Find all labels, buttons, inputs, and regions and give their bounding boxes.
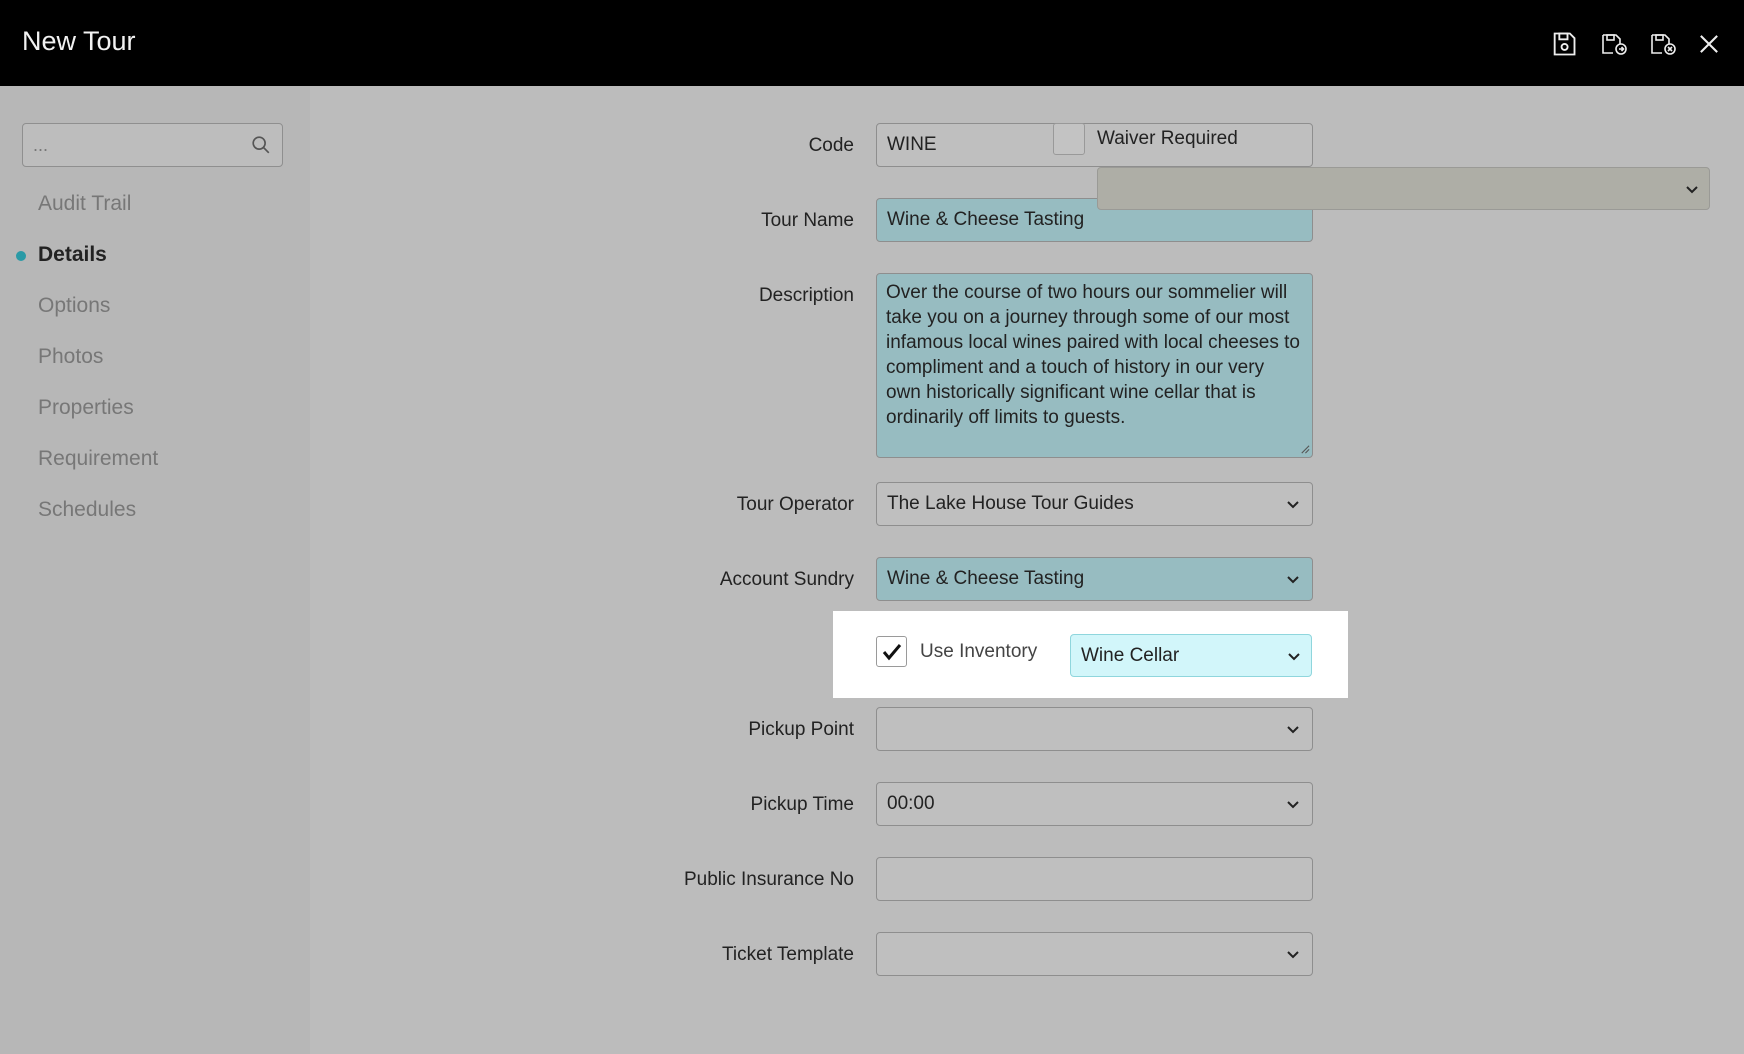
code-field[interactable] — [876, 123, 1313, 167]
sidebar-item-schedules[interactable]: Schedules — [38, 498, 136, 522]
pickup-point-select[interactable] — [876, 707, 1313, 751]
sidebar-item-options[interactable]: Options — [38, 294, 110, 318]
pickup-time-label: Pickup Time — [750, 794, 854, 815]
search-icon[interactable] — [250, 134, 272, 156]
search-input[interactable] — [23, 124, 243, 166]
window-title: New Tour — [22, 26, 136, 56]
account-sundry-select[interactable]: Wine & Cheese Tasting — [876, 557, 1313, 601]
title-bar: New Tour — [0, 0, 1744, 86]
pickup-time-value: 00:00 — [887, 793, 935, 814]
waiver-required-label: Waiver Required — [1097, 128, 1238, 149]
details-panel: Code Tour Name Description Over the cour… — [310, 86, 1744, 1054]
floppy-disk-plus-icon — [1602, 34, 1627, 55]
active-indicator-dot — [16, 251, 26, 261]
pickup-time-select[interactable]: 00:00 — [876, 782, 1313, 826]
description-label: Description — [758, 285, 854, 306]
ticket-template-select[interactable] — [876, 932, 1313, 976]
public-insurance-no-field[interactable] — [876, 857, 1313, 901]
save-and-new-button[interactable] — [1596, 26, 1632, 62]
checkmark-icon — [882, 643, 901, 660]
sidebar-item-requirement[interactable]: Requirement — [38, 447, 158, 471]
sidebar-item-photos[interactable]: Photos — [38, 345, 103, 369]
floppy-disk-icon — [1553, 32, 1576, 56]
chevron-down-icon — [1288, 652, 1300, 660]
tour-name-label: Tour Name — [761, 210, 854, 231]
waiver-select[interactable] — [1097, 167, 1710, 210]
tour-operator-value: The Lake House Tour Guides — [887, 493, 1134, 514]
save-and-close-button[interactable] — [1645, 26, 1681, 62]
inventory-select[interactable]: Wine Cellar — [1070, 634, 1312, 677]
save-button[interactable] — [1546, 26, 1582, 62]
public-insurance-no-label: Public Insurance No — [683, 869, 854, 890]
tour-operator-select[interactable]: The Lake House Tour Guides — [876, 482, 1313, 526]
chevron-down-icon — [1287, 501, 1299, 509]
waiver-required-checkbox[interactable] — [1053, 123, 1085, 155]
sidebar: Audit Trail Details Options Photos Prope… — [0, 86, 310, 1054]
account-sundry-label: Account Sundry — [719, 569, 854, 590]
chevron-down-icon — [1287, 951, 1299, 959]
inventory-value: Wine Cellar — [1081, 644, 1180, 666]
sidebar-item-audit-trail[interactable]: Audit Trail — [38, 192, 131, 216]
floppy-disk-x-icon — [1651, 34, 1676, 55]
account-sundry-value: Wine & Cheese Tasting — [887, 568, 1085, 589]
close-button[interactable] — [1691, 26, 1727, 62]
code-label: Code — [808, 135, 854, 156]
tour-operator-label: Tour Operator — [736, 494, 854, 515]
chevron-down-icon — [1287, 726, 1299, 734]
sidebar-item-properties[interactable]: Properties — [38, 396, 134, 420]
close-icon — [1700, 35, 1718, 53]
chevron-down-icon — [1287, 801, 1299, 809]
pickup-point-label: Pickup Point — [748, 719, 854, 740]
use-inventory-label: Use Inventory — [920, 641, 1038, 662]
sidebar-item-details[interactable]: Details — [38, 243, 107, 267]
chevron-down-icon — [1686, 185, 1698, 193]
use-inventory-checkbox[interactable] — [876, 636, 907, 667]
sidebar-search — [22, 123, 283, 167]
ticket-template-label: Ticket Template — [722, 944, 854, 965]
description-field[interactable]: Over the course of two hours our sommeli… — [876, 273, 1313, 458]
chevron-down-icon — [1287, 576, 1299, 584]
resize-grip-icon[interactable] — [1299, 443, 1310, 454]
